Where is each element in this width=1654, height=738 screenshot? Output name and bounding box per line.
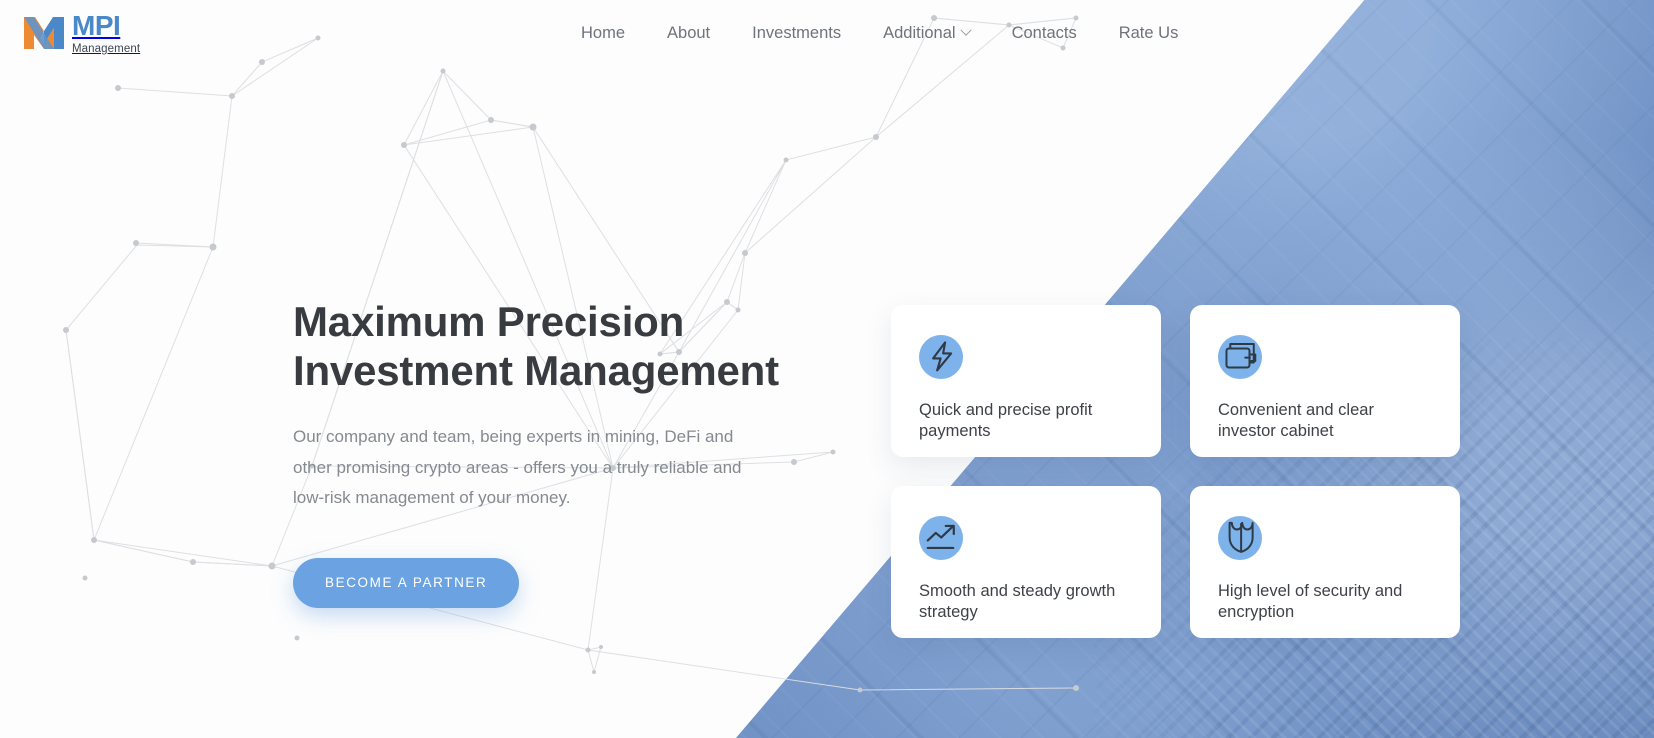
logo-title: MPI <box>72 10 121 41</box>
nav-item-rate-us[interactable]: Rate Us <box>1098 0 1200 66</box>
site-header: MPI Management Home About Investments Ad… <box>0 0 1654 66</box>
nav-label-about: About <box>667 24 711 42</box>
hero-section: Maximum Precision Investment Management … <box>293 297 813 608</box>
growth-chart-icon <box>919 516 963 560</box>
logo[interactable]: MPI Management <box>22 11 140 55</box>
chevron-down-icon <box>959 24 972 36</box>
nav-label-contacts: Contacts <box>1011 24 1077 42</box>
nav-item-contacts[interactable]: Contacts <box>991 0 1098 66</box>
nav-label-additional: Additional <box>883 24 956 42</box>
feature-card-security[interactable]: High level of security and encryption <box>1190 486 1460 638</box>
lightning-bolt-icon <box>919 335 963 379</box>
become-a-partner-button[interactable]: BECOME A PARTNER <box>293 557 520 608</box>
feature-card-title: Convenient and clear investor cabinet <box>1218 401 1374 440</box>
nav-label-rate-us: Rate Us <box>1118 24 1179 42</box>
feature-card-quick-payments[interactable]: Quick and precise profit payments <box>891 305 1161 457</box>
nav-item-about[interactable]: About <box>646 0 731 66</box>
feature-card-investor-cabinet[interactable]: Convenient and clear investor cabinet <box>1190 305 1460 457</box>
feature-card-title: High level of security and encryption <box>1218 582 1403 621</box>
nav-item-additional[interactable]: Additional <box>862 0 990 66</box>
logo-text: MPI Management <box>72 11 140 56</box>
nav-item-home[interactable]: Home <box>560 0 646 66</box>
feature-card-title: Smooth and steady growth strategy <box>919 582 1116 621</box>
shield-icon <box>1218 516 1262 560</box>
logo-mark-icon <box>24 17 64 49</box>
main-navigation: Home About Investments Additional Contac… <box>560 0 1199 66</box>
wallet-icon <box>1218 335 1262 379</box>
nav-item-investments[interactable]: Investments <box>731 0 862 66</box>
nav-label-home: Home <box>581 24 626 42</box>
nav-label-investments: Investments <box>752 24 842 42</box>
hero-description: Our company and team, being experts in m… <box>293 427 742 507</box>
feature-cards: Quick and precise profit payments Conven… <box>891 305 1460 638</box>
feature-card-growth-strategy[interactable]: Smooth and steady growth strategy <box>891 486 1161 638</box>
logo-subtitle: Management <box>72 43 141 55</box>
feature-card-title: Quick and precise profit payments <box>919 401 1093 440</box>
landing-page: MPI Management Home About Investments Ad… <box>0 0 1654 738</box>
page-title: Maximum Precision Investment Management <box>293 298 779 394</box>
